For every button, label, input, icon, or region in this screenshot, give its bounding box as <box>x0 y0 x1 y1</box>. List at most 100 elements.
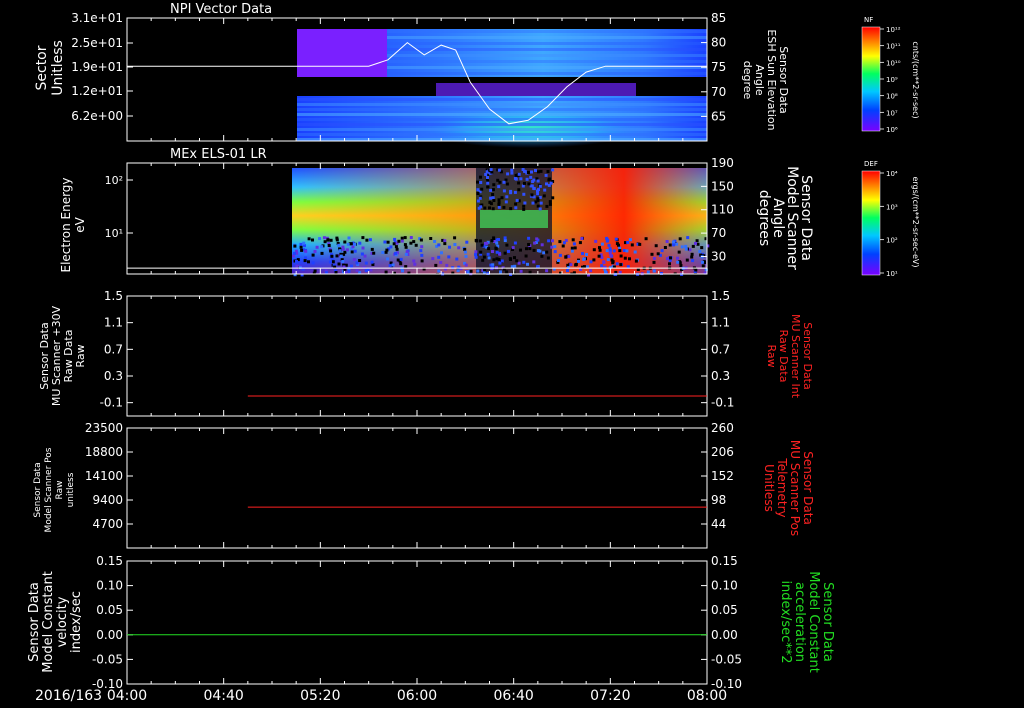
heatmap-speck <box>486 181 490 185</box>
heatmap-speck <box>434 263 438 267</box>
heatmap-speck <box>678 261 682 265</box>
heatmap-speck <box>628 257 631 261</box>
heatmap-speck <box>311 261 315 265</box>
heatmap-speck <box>633 250 637 254</box>
heatmap-speck <box>527 243 531 246</box>
heatmap-speck <box>497 258 501 261</box>
heatmap-speck <box>527 182 531 186</box>
colorbar-tick-label: 10¹¹ <box>886 43 901 51</box>
heatmap-speck <box>523 169 526 173</box>
y-tick-label: 0.05 <box>96 603 123 617</box>
heatmap-speck <box>445 263 449 267</box>
heatmap-speck <box>313 250 317 253</box>
heatmap-speck <box>690 255 694 259</box>
heatmap-speck <box>329 249 333 253</box>
heatmap-speck <box>548 200 552 204</box>
heatmap-speck <box>339 254 343 258</box>
heatmap-speck <box>570 249 574 253</box>
panel-2-colorbar-gradient <box>861 170 881 276</box>
heatmap-speck <box>494 247 498 251</box>
heatmap-speck <box>479 205 483 209</box>
heatmap-speck <box>666 257 669 261</box>
heatmap-speck <box>370 247 374 251</box>
heatmap-speck <box>413 262 417 266</box>
y-tick-label: 0.3 <box>711 369 730 383</box>
heatmap-speck <box>503 236 507 240</box>
heatmap-speck <box>360 252 364 256</box>
heatmap-speck <box>701 264 705 268</box>
panel-2-heatmap <box>292 168 710 277</box>
heatmap-speck <box>403 243 407 247</box>
panel-2-left-label-1: eV <box>73 216 87 232</box>
y-tick-label: 1.5 <box>104 289 123 303</box>
heatmap-speck <box>318 237 322 241</box>
panel-3-right-label-3: Raw <box>765 344 778 367</box>
heatmap-speck <box>523 181 526 185</box>
heatmap-speck <box>605 239 609 243</box>
panel-1-title: NPI Vector Data <box>170 2 272 17</box>
heatmap-stripe <box>297 103 707 106</box>
heatmap-speck <box>505 182 509 186</box>
panel-2-heatmap-gap-band <box>480 210 548 228</box>
heatmap-speck <box>343 240 347 244</box>
time-tick-label: 08:00 <box>687 688 727 704</box>
heatmap-speck <box>530 170 533 174</box>
panel-4-right-label-2: Telemetry <box>775 457 789 517</box>
heatmap-speck <box>311 253 315 257</box>
heatmap-speck <box>685 258 689 262</box>
heatmap-speck <box>514 177 518 181</box>
heatmap-speck <box>404 245 408 249</box>
heatmap-speck <box>522 192 526 196</box>
y-tick-label: -0.1 <box>711 396 734 410</box>
heatmap-speck <box>299 242 303 246</box>
heatmap-speck <box>522 204 526 208</box>
heatmap-speck <box>478 196 482 200</box>
heatmap-speck <box>509 258 512 261</box>
heatmap-speck <box>680 245 684 249</box>
heatmap-speck <box>347 236 351 240</box>
heatmap-speck <box>686 236 690 240</box>
heatmap-speck <box>521 184 525 188</box>
heatmap-speck <box>497 168 501 172</box>
heatmap-speck <box>571 238 575 242</box>
panel-2-colorbar: DEF 10⁴ 10³ 10² 10¹ ergs/(cm**2-sr-sec-eV) <box>861 160 920 278</box>
heatmap-speck <box>313 269 317 273</box>
heatmap-speck <box>536 197 540 201</box>
heatmap-speck <box>396 258 400 262</box>
time-tick-label: 04:40 <box>203 688 243 704</box>
heatmap-speck <box>564 255 568 259</box>
heatmap-speck <box>537 188 540 192</box>
heatmap-speck <box>488 206 491 210</box>
heatmap-speck <box>479 175 482 179</box>
panel-4-right-ticks: 260 206 152 98 44 <box>701 421 734 531</box>
colorbar-tick-label: 10¹ <box>886 270 898 278</box>
heatmap-speck <box>335 238 339 242</box>
panel-5-left-label-2: velocity <box>55 596 70 647</box>
heatmap-speck <box>474 238 478 242</box>
panel-5-left-label-1: Model Constant <box>41 571 56 673</box>
heatmap-speck <box>455 257 459 261</box>
heatmap-speck <box>604 270 607 274</box>
heatmap-speck <box>540 254 544 258</box>
colorbar-tick-label: 10⁸ <box>886 93 898 101</box>
heatmap-speck <box>478 239 482 243</box>
y-tick-label: 0.15 <box>96 554 123 568</box>
heatmap-speck <box>483 206 487 210</box>
panel-4-right-label-1: MU Scanner Pos <box>788 440 802 536</box>
heatmap-speck <box>694 241 697 245</box>
heatmap-speck <box>492 236 496 240</box>
heatmap-speck <box>523 201 527 205</box>
panel-5-frame <box>126 560 708 685</box>
y-tick-label: 0.15 <box>711 554 738 568</box>
heatmap-speck <box>549 181 553 185</box>
heatmap-speck <box>540 243 544 247</box>
heatmap-speck <box>433 240 437 243</box>
y-tick-label: 110 <box>711 203 734 217</box>
heatmap-speck <box>514 173 518 177</box>
heatmap-speck <box>474 255 478 259</box>
heatmap-speck <box>551 168 555 172</box>
time-tick-label: 07:20 <box>590 688 630 704</box>
panel-1-colorbar-units: cnts/(cm**2-sr-sec) <box>911 41 920 118</box>
heatmap-speck <box>292 254 296 258</box>
heatmap-speck <box>615 242 619 246</box>
